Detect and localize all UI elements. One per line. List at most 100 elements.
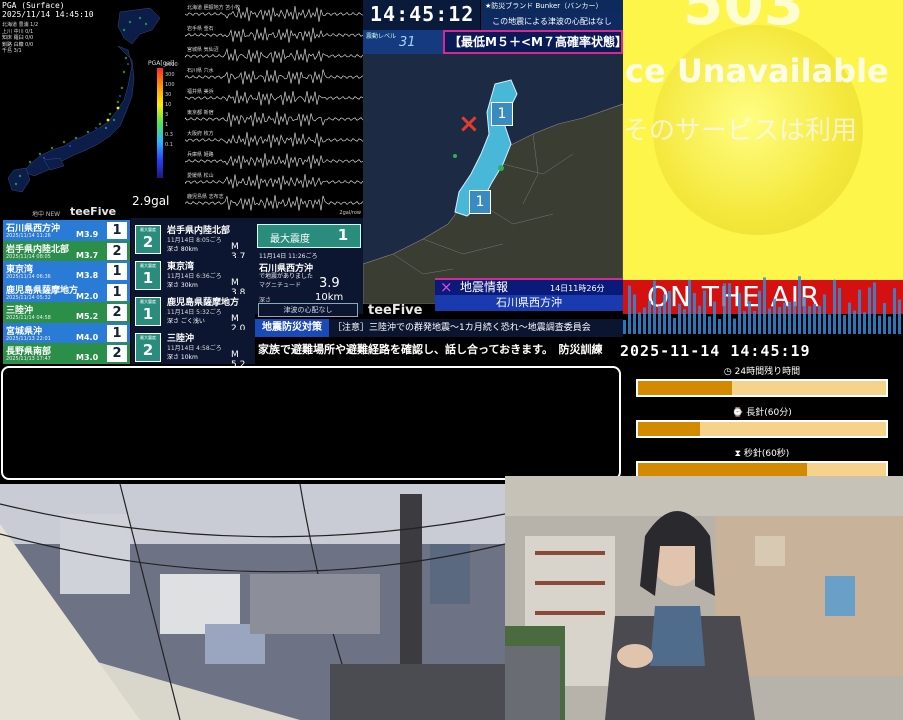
pga-caption: 地中 NEW [32,211,61,218]
audio-bar [783,302,786,334]
audio-bar [883,303,886,334]
error-code: 503 [683,0,805,38]
audio-bar [648,300,651,334]
progress-fill [638,422,700,436]
progress-fill [638,381,733,395]
event-intensity: 2 [107,345,127,362]
card-intensity-value: 1 [142,269,154,287]
audio-bar [828,314,831,334]
event-magnitude: M3.8 [76,271,99,280]
studio-camera-image [505,476,903,720]
seismic-waveforms: 北海道 胆振地方 苫小牧 岩手県 釜石 宮城県 気仙沼 石川県 穴水 福井県 美浜 東京都… [185,0,363,218]
event-intensity: 1 [107,283,127,301]
earthquake-list-item[interactable]: 岩手県内陸北部 2025/11/14 08:05 M3.7 2 [3,240,130,263]
audio-bar [693,293,696,334]
audio-bar [818,305,821,334]
progress-label-text: 24時間残り時間 [734,367,801,377]
pga-scale-label: 100 [165,82,175,88]
card-intensity-value: 2 [142,233,154,251]
event-intensity: 1 [107,263,127,280]
audio-bar [653,280,656,334]
magnitude-label: マグニチュード [259,282,302,289]
earthquake-list-item[interactable]: 長野県南部 2025/11/13 17:47 M3.0 2 [3,343,130,365]
card-datetime: 11月14日 4:58ごろ [167,345,222,352]
broadcast-screen: PGA (Surface) 2025/11/14 14:45:10 北海道 豊浦… [0,0,903,720]
earthquake-list-item[interactable]: 三陸沖 2025/11/14 04:58 M5.2 2 [3,302,130,324]
pga-timestamp: 2025/11/14 14:45:10 [2,10,94,19]
message-box [1,366,621,480]
tsunami-note: 津波の心配なし [258,303,358,317]
audio-bar [733,318,736,334]
earthquake-card[interactable]: 最大震度 1 鹿児島県薩摩地方 11月14日 5:32ごろ 深さ ごく浅い M 2.0 [133,294,253,334]
event-magnitude: M4.0 [76,332,99,342]
progress-label-text: 秒針(60秒) [743,449,790,459]
earthquake-list-item[interactable]: 東京湾 2025/11/14 06:36 M3.8 1 [3,261,130,283]
event-intensity: 1 [107,324,127,342]
error-message: ce Unavailable [625,52,889,90]
waveform-scale: 2gal/row [339,210,361,216]
advice-ticker: 家族で避難場所や避難経路を確認し、話し合っておきます。 防災訓練 [255,337,623,362]
audio-bar [858,289,861,334]
quake-location: 石川県西方沖 [435,295,623,311]
pga-map-panel: PGA (Surface) 2025/11/14 14:45:10 北海道 豊浦… [0,0,185,218]
audio-bar [873,282,876,334]
audio-bar [893,288,896,334]
earthquake-list-item[interactable]: 石川県西方沖 2025/11/14 11:26 M3.9 1 [3,220,130,242]
audio-bar [688,279,691,334]
shaking-level-value: 31 [399,35,416,50]
card-depth: 深さ ごく浅い [167,318,205,325]
progress-label: ◷ 24時間残り時間 [636,364,888,377]
latest-quake-sub: で地震がありました [259,273,314,280]
datetime-display: 2025-11-14 14:45:19 [620,342,811,360]
audio-bar [623,320,626,334]
audio-bar [898,299,901,334]
latest-quake-detail: 最大震度 1 11月14日 11:26ごろ 石川県西方沖 で地震がありました マ… [255,218,363,314]
event-magnitude: M2.0 [76,291,99,301]
progress-bar [636,420,888,438]
event-magnitude: M5.2 [76,312,99,321]
news-ticker: ［注意］三陸沖での群発地震～1カ月続く恐れ～地震調査委員会 [329,319,623,337]
earthquake-card[interactable]: 最大震度 1 東京湾 11月14日 6:36ごろ 深さ 30km M 3.8 [133,258,253,298]
intensity-marker: 1 [469,190,491,214]
waveform-label: 鹿児島県 志布志 [187,194,224,200]
audio-bar [668,290,671,334]
studio-camera-feed [505,476,903,720]
audio-bar [803,296,806,334]
error-message-jp: そのサービスは利用 [623,116,858,146]
latest-quake-datetime: 11月14日 11:26ごろ [259,253,318,260]
audio-bar [773,298,776,334]
clock-display: 14:45:12 [370,2,475,26]
event-time: 2025/11/14 08:05 [6,253,51,260]
brand-logo: teeFive [368,303,423,318]
pga-scale-label: 300 [165,72,175,78]
pga-scale-label: 1 [165,122,169,128]
earthquake-card[interactable]: 最大震度 2 岩手県内陸北部 11月14日 8:05ごろ 深さ 80km M 3.7 [133,222,253,262]
earthquake-card[interactable]: 最大震度 2 三陸沖 11月14日 4:58ごろ 深さ 10km M 5.2 [133,330,253,370]
pga-title: PGA (Surface) [2,1,65,10]
audio-bar [633,294,636,334]
street-camera-feed [0,484,505,720]
waveform-label: 大阪府 枚方 [187,131,214,137]
event-magnitude: M3.7 [76,250,99,260]
audio-bar [738,293,741,334]
audio-bar [708,316,711,334]
audio-bar [718,319,721,334]
card-intensity: 最大震度 2 [135,225,161,254]
audio-bar [778,306,781,334]
pga-scale-label: 3 [165,112,169,118]
audio-bar [723,283,726,334]
ticker-category: 地震防災対策 [255,319,329,337]
progress-bar [636,379,888,397]
card-intensity: 最大震度 1 [135,297,161,326]
audio-bar [878,315,881,334]
event-time: 2025/11/13 17:47 [6,356,51,362]
card-depth: 深さ 80km [167,246,198,253]
waveform-label: 岩手県 釜石 [187,26,214,32]
pga-scale-label: 30 [165,92,172,98]
audio-bar [658,305,661,334]
earthquake-list-item[interactable]: 宮城県沖 2025/11/13 22:01 M4.0 1 [3,322,130,345]
earthquake-list-item[interactable]: 鹿児島県薩摩地方 2025/11/14 05:32 M2.0 1 [3,281,130,304]
intensity-marker: 1 [491,102,513,126]
epicenter-icon: × [458,109,480,139]
hourglass-icon: ⧗ [734,449,744,459]
